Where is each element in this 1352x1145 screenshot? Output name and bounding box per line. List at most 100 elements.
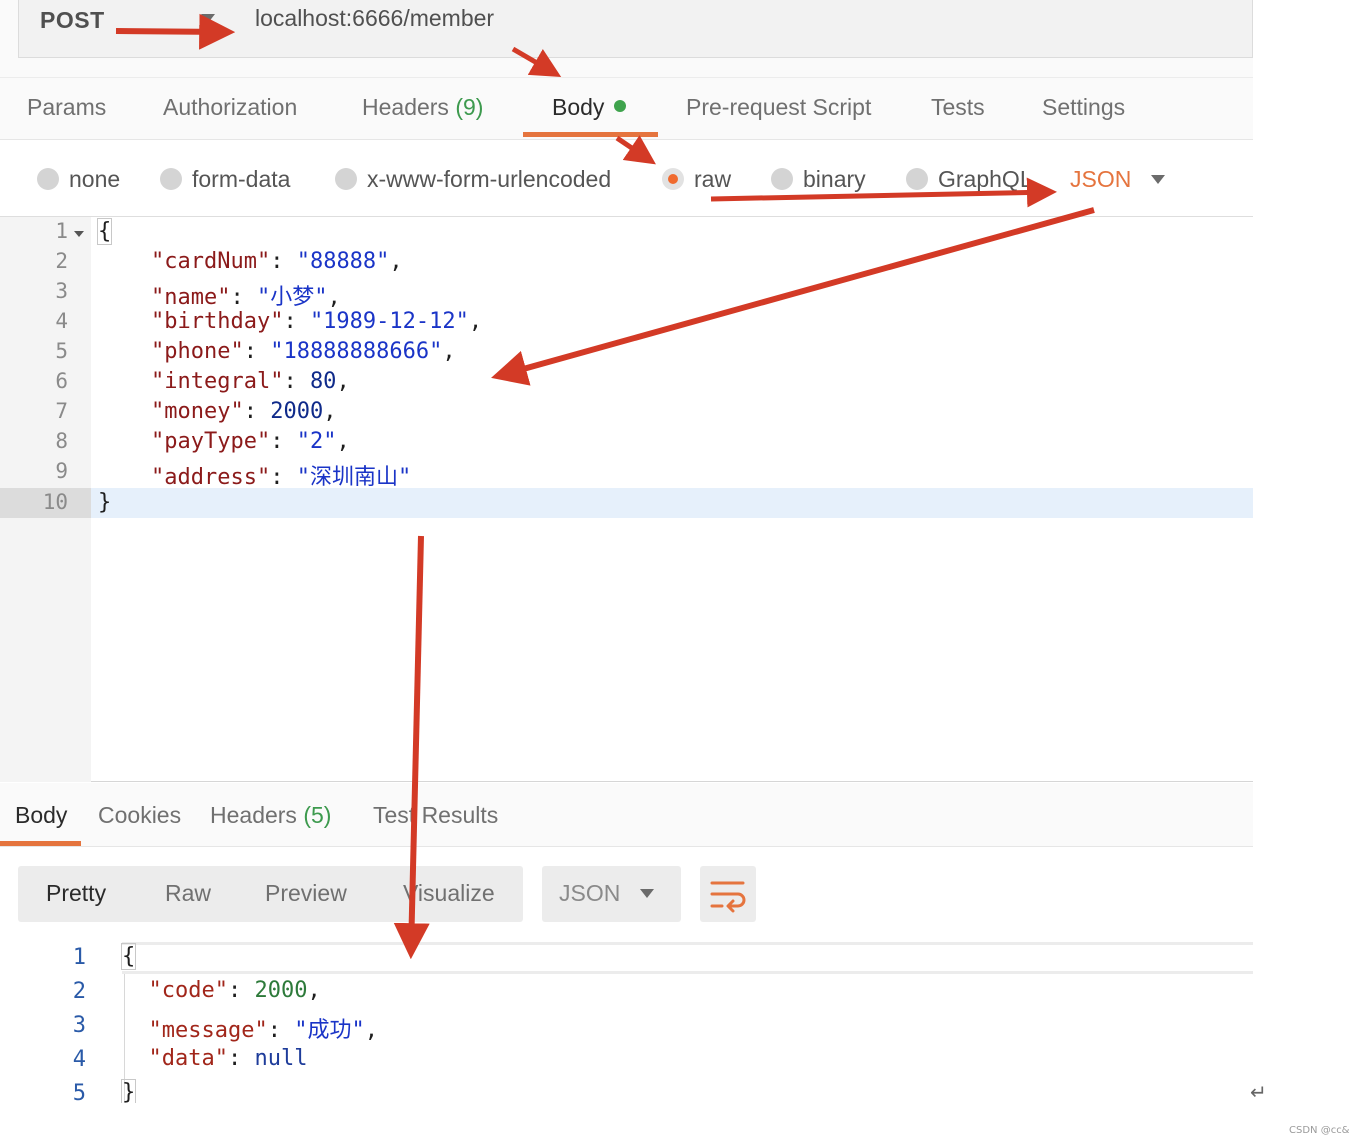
- tab-label: Tests: [931, 94, 985, 120]
- json-value: "88888": [296, 249, 390, 274]
- code-line: "integral": 80,: [150, 369, 350, 394]
- chevron-down-icon: [201, 14, 215, 23]
- code-line: "cardNum": "88888",: [150, 249, 403, 274]
- method-label: POST: [40, 7, 105, 33]
- json-key: "cardNum": [150, 249, 271, 274]
- wrap-lines-icon: [710, 881, 746, 913]
- json-separator: ,: [364, 1018, 378, 1043]
- response-tabs: Body Cookies Headers (5) Test Results: [0, 783, 1253, 847]
- response-format-select[interactable]: JSON: [542, 866, 681, 922]
- close-brace: }: [120, 1079, 137, 1103]
- open-brace: {: [96, 218, 113, 245]
- raw-format-select[interactable]: JSON: [1070, 166, 1131, 193]
- return-arrow-icon: ↵: [1250, 1080, 1267, 1104]
- line-number: 5: [55, 339, 68, 363]
- code-line: "birthday": "1989-12-12",: [150, 309, 483, 334]
- json-key: "money": [150, 399, 244, 424]
- line-number: 5: [72, 1081, 86, 1103]
- tab-label: Body: [552, 94, 605, 120]
- json-key: "code": [148, 978, 228, 1003]
- line-number: 9: [55, 459, 68, 483]
- code-line: "name": "小梦",: [150, 285, 341, 310]
- request-url-bar: POST localhost:6666/member: [0, 0, 1253, 78]
- url-input[interactable]: localhost:6666/member: [235, 0, 1253, 58]
- json-value: "小梦": [256, 285, 328, 310]
- view-pretty-button[interactable]: Pretty: [46, 880, 106, 907]
- headers-count: (5): [303, 802, 332, 828]
- tab-label: Headers: [210, 802, 297, 828]
- headers-count: (9): [455, 94, 484, 120]
- method-select[interactable]: POST: [18, 0, 236, 58]
- tab-settings[interactable]: Settings: [1042, 94, 1125, 121]
- request-body-editor[interactable]: 1 2 3 4 5 6 7 8 9 10 { "cardNum": "88888…: [0, 217, 1253, 782]
- json-key: "message": [148, 1018, 268, 1043]
- active-line-highlight: [122, 942, 1253, 974]
- json-value: "深圳南山": [296, 465, 412, 490]
- response-tab-test-results[interactable]: Test Results: [373, 802, 498, 829]
- code-line: "money": 2000,: [150, 399, 337, 424]
- tab-body[interactable]: Body: [552, 94, 627, 121]
- json-value: "成功": [294, 1018, 365, 1043]
- view-mode-group: Pretty Raw Preview Visualize: [18, 866, 523, 922]
- tab-label: Headers: [362, 94, 449, 120]
- watermark: CSDN @cc&: [1289, 1125, 1350, 1136]
- code-line: "payType": "2",: [150, 429, 350, 454]
- line-number: 3: [55, 279, 68, 303]
- response-body-viewer[interactable]: 1 2 3 4 5 { "code": 2000, "message": "成功…: [0, 938, 1253, 1103]
- close-brace: }: [98, 490, 112, 515]
- json-value: null: [254, 1046, 308, 1071]
- active-tab-underline: [523, 132, 658, 137]
- code-line: "message": "成功",: [148, 1018, 378, 1043]
- view-preview-button[interactable]: Preview: [265, 880, 347, 907]
- tab-tests[interactable]: Tests: [931, 94, 985, 121]
- json-key: "payType": [150, 429, 271, 454]
- radio-label: none: [69, 166, 121, 192]
- tab-label: Params: [27, 94, 107, 120]
- line-number: 7: [55, 399, 68, 423]
- json-separator: ,: [327, 285, 341, 310]
- json-key: "integral": [150, 369, 284, 394]
- modified-dot-icon: [614, 100, 627, 112]
- view-visualize-button[interactable]: Visualize: [403, 880, 495, 907]
- radio-circle-icon: [37, 168, 59, 190]
- line-number: 4: [55, 309, 68, 333]
- line-number: 8: [55, 429, 68, 453]
- json-value: 2000: [270, 399, 324, 424]
- response-tab-body[interactable]: Body: [15, 802, 67, 829]
- line-number: 6: [55, 369, 68, 393]
- code-line: "address": "深圳南山": [150, 465, 412, 490]
- radio-label: form-data: [192, 166, 291, 192]
- tab-label: Pre-request Script: [686, 94, 872, 120]
- json-value: 2000: [254, 978, 308, 1003]
- json-key: "phone": [150, 339, 244, 364]
- view-raw-button[interactable]: Raw: [165, 880, 211, 907]
- radio-circle-icon: [771, 168, 793, 190]
- chevron-down-icon: [640, 889, 654, 898]
- code-line: "data": null: [148, 1046, 308, 1071]
- response-tab-headers[interactable]: Headers (5): [210, 802, 331, 829]
- json-separator: ,: [336, 429, 350, 454]
- json-value: 80: [309, 369, 337, 394]
- chevron-down-icon[interactable]: [1151, 175, 1165, 184]
- tab-params[interactable]: Params: [27, 94, 106, 121]
- body-type-options: none form-data x-www-form-urlencoded raw…: [0, 141, 1253, 217]
- json-key: "name": [150, 285, 231, 310]
- radio-label: raw: [694, 166, 732, 192]
- tab-pre-request-script[interactable]: Pre-request Script: [686, 94, 871, 121]
- wrap-lines-button[interactable]: [700, 866, 756, 922]
- active-tab-underline: [0, 841, 81, 846]
- url-text: localhost:6666/member: [255, 5, 495, 31]
- line-number: 3: [72, 1013, 86, 1038]
- tab-headers[interactable]: Headers (9): [362, 94, 483, 121]
- json-value: "18888888666": [270, 339, 443, 364]
- json-value: "1989-12-12": [309, 309, 469, 334]
- line-number: 2: [55, 249, 68, 273]
- response-tab-cookies[interactable]: Cookies: [98, 802, 181, 829]
- radio-checked-icon: [662, 168, 684, 190]
- fold-arrow-icon[interactable]: [74, 231, 84, 237]
- line-number: 1: [55, 219, 68, 243]
- tab-authorization[interactable]: Authorization: [163, 94, 297, 121]
- request-tabs: Params Authorization Headers (9) Body Pr…: [0, 78, 1253, 140]
- radio-label: GraphQL: [938, 166, 1033, 192]
- line-number: 4: [72, 1047, 86, 1072]
